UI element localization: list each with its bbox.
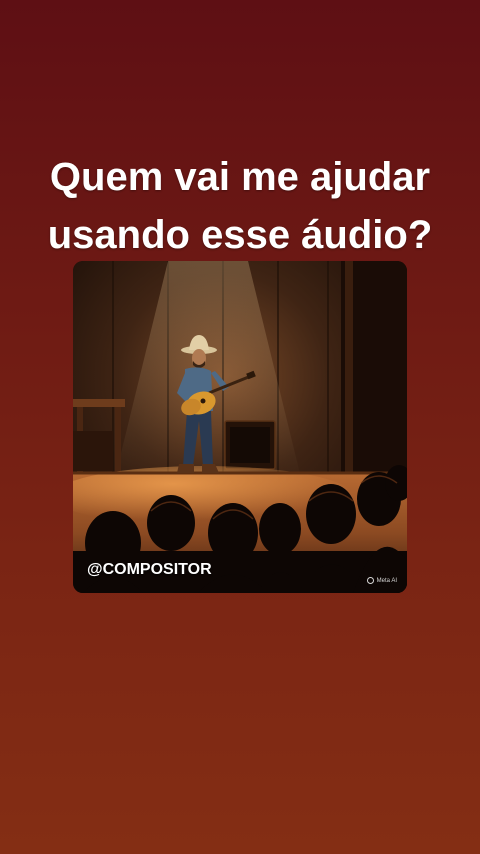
meta-ai-badge: Meta AI (366, 577, 397, 584)
post-image[interactable]: @COMPOSITOR Meta AI (73, 261, 407, 593)
meta-ai-badge-label: Meta AI (376, 577, 397, 584)
headline-line-1: Quem vai me ajudar (49, 155, 431, 199)
post-headline: Quem vai me ajudar usando esse áudio? (0, 148, 480, 264)
headline-line-2: usando esse áudio? (47, 213, 433, 257)
author-handle: @COMPOSITOR (87, 561, 212, 578)
concert-scene-illustration (73, 261, 407, 593)
meta-ai-ring-icon (366, 577, 374, 584)
